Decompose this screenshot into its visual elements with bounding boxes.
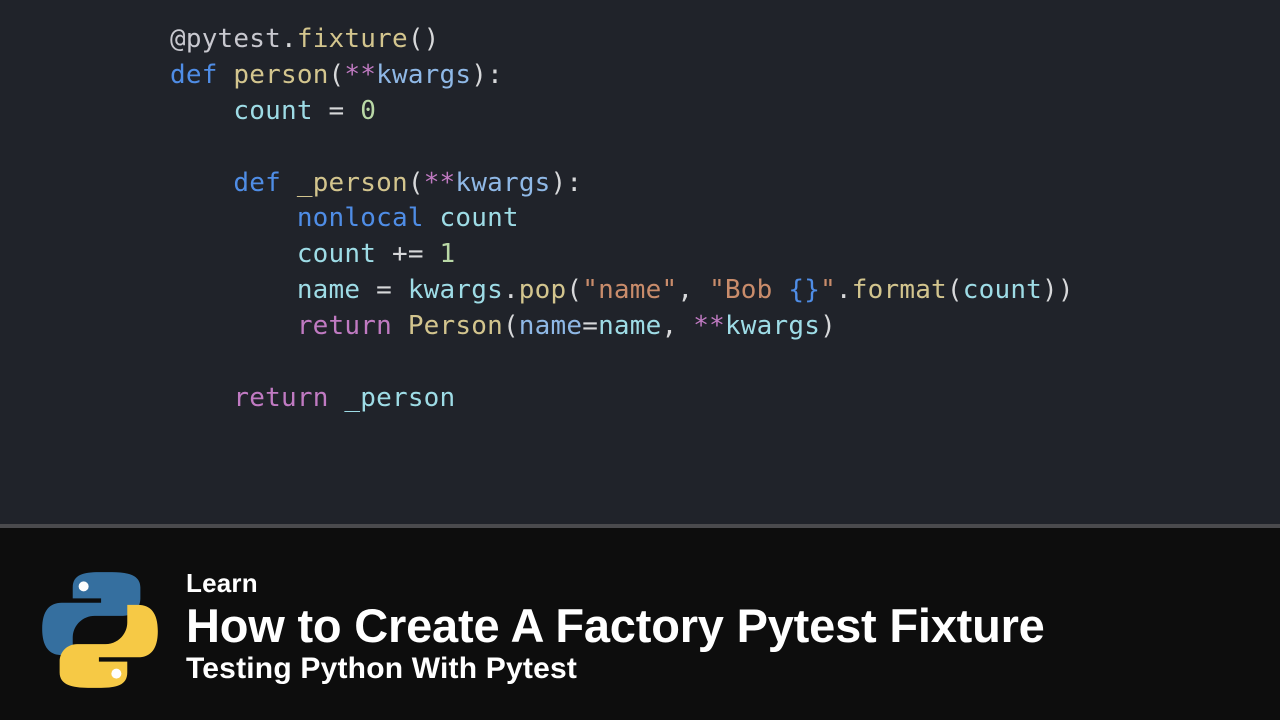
code-token: = (313, 96, 361, 126)
code-token: kwargs (408, 275, 503, 305)
code-token: ): (551, 168, 583, 198)
code-token (170, 132, 186, 162)
banner-eyebrow: Learn (186, 568, 1045, 599)
code-token: 0 (360, 96, 376, 126)
code-token: return (233, 383, 344, 413)
code-token: = (582, 311, 598, 341)
code-token: {} (788, 275, 820, 305)
code-token: ): (471, 60, 503, 90)
code-token: () (408, 24, 440, 54)
code-token (170, 96, 233, 126)
code-token: Person (408, 311, 503, 341)
code-token: count (233, 96, 312, 126)
code-token: ** (693, 311, 725, 341)
thumbnail-stage: @pytest.fixture() def person(**kwargs): … (0, 0, 1280, 720)
code-token: ( (503, 311, 519, 341)
code-token: kwargs (725, 311, 820, 341)
code-token: fixture (297, 24, 408, 54)
code-token: name (297, 275, 360, 305)
code-token (170, 311, 297, 341)
code-token: ( (947, 275, 963, 305)
code-token: += (376, 239, 439, 269)
code-token: name (519, 311, 582, 341)
code-token: ) (820, 311, 836, 341)
code-token: count (297, 239, 376, 269)
code-token: count (963, 275, 1042, 305)
python-logo-icon (40, 570, 160, 690)
code-token: "name" (582, 275, 677, 305)
code-token: ( (329, 60, 345, 90)
code-token: )) (1042, 275, 1074, 305)
code-token: " (820, 275, 836, 305)
code-token: = (360, 275, 408, 305)
code-token: return (297, 311, 408, 341)
code-token: @pytest (170, 24, 281, 54)
code-block: @pytest.fixture() def person(**kwargs): … (170, 22, 1280, 417)
code-token: , (677, 275, 709, 305)
banner: Learn How to Create A Factory Pytest Fix… (0, 528, 1280, 720)
code-token: name (598, 311, 661, 341)
code-token (170, 203, 297, 233)
code-token: ** (424, 168, 456, 198)
code-token: ( (408, 168, 424, 198)
code-token (170, 383, 233, 413)
code-token: kwargs (376, 60, 471, 90)
code-token: def (233, 168, 296, 198)
code-token: ** (344, 60, 376, 90)
code-token: count (440, 203, 519, 233)
code-token (170, 275, 297, 305)
code-token: ( (566, 275, 582, 305)
code-token: "Bob (709, 275, 788, 305)
code-token: . (281, 24, 297, 54)
code-token: _person (344, 383, 455, 413)
code-token: nonlocal (297, 203, 440, 233)
banner-headline: How to Create A Factory Pytest Fixture (186, 601, 1045, 650)
banner-subtitle: Testing Python With Pytest (186, 652, 1045, 686)
code-token: kwargs (455, 168, 550, 198)
code-token (170, 168, 233, 198)
code-token: pop (519, 275, 567, 305)
code-token (170, 347, 186, 377)
code-token: format (852, 275, 947, 305)
code-token: def (170, 60, 233, 90)
code-panel: @pytest.fixture() def person(**kwargs): … (0, 0, 1280, 524)
banner-titles: Learn How to Create A Factory Pytest Fix… (186, 564, 1045, 686)
code-token: . (503, 275, 519, 305)
code-token: 1 (440, 239, 456, 269)
code-token (170, 239, 297, 269)
code-token: _person (297, 168, 408, 198)
code-token: , (662, 311, 694, 341)
code-token: person (233, 60, 328, 90)
code-token: . (836, 275, 852, 305)
